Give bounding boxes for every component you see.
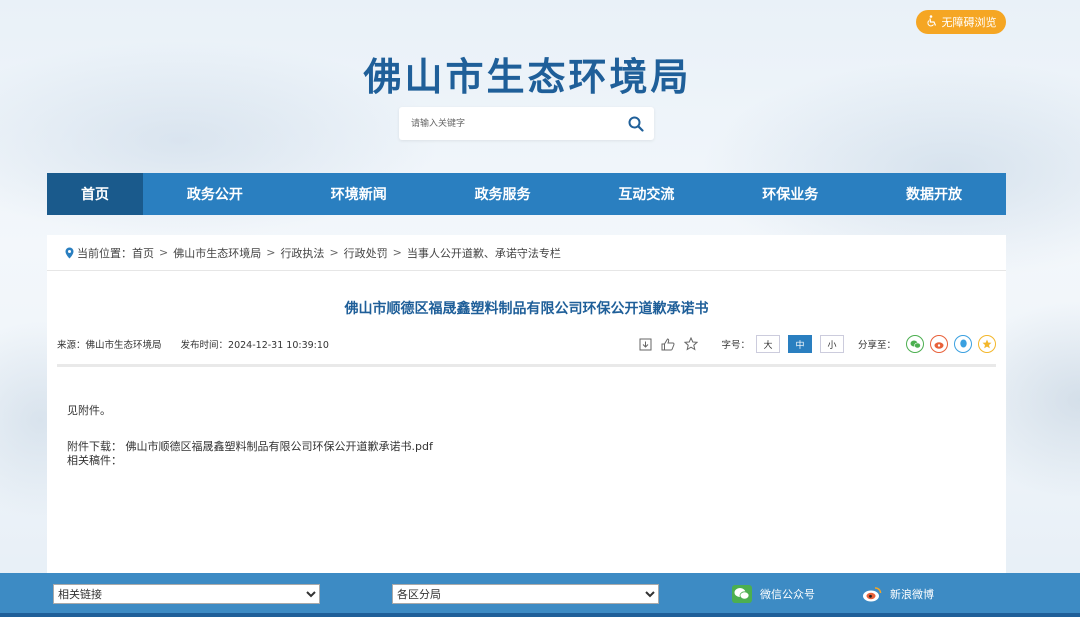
search-input[interactable] [399,107,618,140]
wechat-label: 微信公众号 [760,588,815,601]
nav-interaction[interactable]: 互动交流 [574,173,718,215]
article-body: 见附件。 [67,404,111,417]
share-wechat-icon[interactable] [906,335,924,353]
wechat-icon [732,585,752,603]
article-title: 佛山市顺德区福晟鑫塑料制品有限公司环保公开道歉承诺书 [344,301,709,317]
accessibility-label: 无障碍浏览 [941,16,997,29]
wheelchair-icon [926,14,938,30]
weibo-label: 新浪微博 [890,588,934,601]
share-label: 分享至： [857,340,896,351]
breadcrumb-separator: > [392,246,402,259]
attachment-link[interactable]: 佛山市顺德区福晟鑫塑料制品有限公司环保公开道歉承诺书.pdf [126,440,433,453]
breadcrumb-separator: > [329,246,339,259]
search-box [399,107,654,140]
share-weibo-icon[interactable] [930,335,948,353]
attachment-section: 附件下载： 佛山市顺德区福晟鑫塑料制品有限公司环保公开道歉承诺书.pdf 相关稿… [67,440,433,468]
breadcrumb-bureau[interactable]: 佛山市生态环境局 [173,245,261,261]
breadcrumb-apology-column[interactable]: 当事人公开道歉、承诺守法专栏 [407,245,561,261]
related-articles-label: 相关稿件： [67,454,122,467]
nav-open-data[interactable]: 数据开放 [862,173,1006,215]
nav-environment-news[interactable]: 环境新闻 [287,173,431,215]
district-branches-select[interactable]: 各区分局 [392,584,659,604]
nav-home[interactable]: 首页 [47,173,143,215]
attachment-label: 附件下载： [67,440,122,453]
star-icon[interactable] [681,334,701,354]
content-panel: 当前位置： 首页 > 佛山市生态环境局 > 行政执法 > 行政处罚 > 当事人公… [47,235,1006,573]
breadcrumb-separator: > [159,246,169,259]
article-source: 来源：佛山市生态环境局 [57,340,162,351]
accessibility-button[interactable]: 无障碍浏览 [916,10,1006,34]
breadcrumb-prefix: 当前位置： [77,246,132,260]
share-qzone-icon[interactable] [978,335,996,353]
location-pin-icon [65,247,74,259]
weibo-icon [862,586,882,602]
font-size-medium-button[interactable]: 中 [787,335,812,353]
font-size-label: 字号： [721,340,750,351]
font-size-small-button[interactable]: 小 [819,335,844,353]
wechat-official-account-link[interactable]: 微信公众号 [732,584,815,604]
related-links-select[interactable]: 相关链接 [53,584,320,604]
nav-government-affairs[interactable]: 政务公开 [143,173,287,215]
main-nav: 首页 政务公开 环境新闻 政务服务 互动交流 环保业务 数据开放 [47,173,1006,215]
nav-environment-business[interactable]: 环保业务 [718,173,862,215]
breadcrumb-separator: > [266,246,276,259]
nav-government-services[interactable]: 政务服务 [431,173,575,215]
meta-divider [57,364,996,367]
breadcrumb-home[interactable]: 首页 [132,245,154,261]
breadcrumb-enforcement[interactable]: 行政执法 [280,245,324,261]
breadcrumb-penalty[interactable]: 行政处罚 [344,245,388,261]
breadcrumb: 当前位置： 首页 > 佛山市生态环境局 > 行政执法 > 行政处罚 > 当事人公… [47,235,1006,271]
bookmark-icon[interactable] [635,334,655,354]
footer: 相关链接 各区分局 微信公众号 新浪微博 [0,573,1080,617]
like-icon[interactable] [658,334,678,354]
sina-weibo-link[interactable]: 新浪微博 [862,584,934,604]
share-qq-icon[interactable] [954,335,972,353]
search-icon[interactable] [618,107,654,140]
article-publish-time: 发布时间：2024-12-31 10:39:10 [180,340,329,351]
site-title: 佛山市生态环境局 [363,55,692,99]
font-size-large-button[interactable]: 大 [755,335,780,353]
article-meta: 来源：佛山市生态环境局 发布时间：2024-12-31 10:39:10 字号：… [57,332,996,356]
